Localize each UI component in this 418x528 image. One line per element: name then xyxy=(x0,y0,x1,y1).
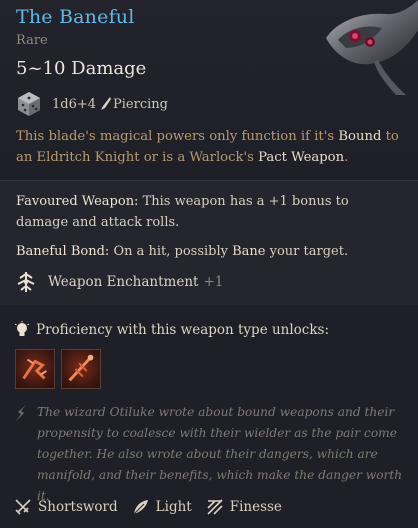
finesse-icon xyxy=(207,499,223,515)
quill-icon xyxy=(16,405,26,421)
pommel-strike-icon xyxy=(22,358,47,380)
passive-favoured-weapon: Favoured Weapon: This weapon has a +1 bo… xyxy=(16,194,349,230)
piercing-strike-icon xyxy=(68,354,94,382)
proficiency-label: Proficiency with this weapon type unlock… xyxy=(36,322,330,338)
piercing-icon xyxy=(101,97,112,110)
item-title: The Baneful xyxy=(16,6,135,28)
item-description: This blade's magical powers only functio… xyxy=(16,129,399,165)
enchantment-icon xyxy=(17,272,35,292)
property-label: Finesse xyxy=(229,499,282,515)
item-tooltip: The Baneful Rare 5~10 Damage 1d6+4 Pierc… xyxy=(0,0,418,528)
item-rarity: Rare xyxy=(16,33,48,48)
weapon-art-icon xyxy=(326,0,418,95)
proficiency-actions xyxy=(15,349,101,389)
property-label: Light xyxy=(155,499,192,515)
weapon-enchantment: Weapon Enchantment +1 xyxy=(14,270,223,294)
bound-keyword[interactable]: Bound xyxy=(338,129,381,144)
passive-name: Baneful Bond: xyxy=(16,244,110,259)
property-label: Shortsword xyxy=(38,499,118,515)
flavor-text: The wizard Otiluke wrote about bound wea… xyxy=(37,405,403,503)
enchantment-label: Weapon Enchantment xyxy=(48,274,199,290)
damage-range: 5~10 Damage xyxy=(16,58,147,79)
damage-type: Piercing xyxy=(113,96,168,112)
damage-dice-row: 1d6+4 Piercing xyxy=(16,91,168,117)
passive-baneful-bond: Baneful Bond: On a hit, possibly Bane yo… xyxy=(16,244,349,259)
pact-weapon-keyword[interactable]: Pact Weapon xyxy=(258,150,344,165)
passive-name: Favoured Weapon: xyxy=(16,194,139,209)
weapon-properties: Shortsword Light Finesse xyxy=(14,498,296,516)
d6-dice-icon xyxy=(18,92,40,116)
action-icon-pommel-strike[interactable] xyxy=(15,349,55,389)
bane-keyword[interactable]: Bane xyxy=(232,244,265,259)
shortsword-icon xyxy=(15,499,31,515)
proficiency-row: Proficiency with this weapon type unlock… xyxy=(14,321,329,339)
property-shortsword[interactable]: Shortsword xyxy=(14,498,118,516)
enchantment-value: +1 xyxy=(203,274,224,290)
property-light[interactable]: Light xyxy=(132,498,192,516)
property-finesse[interactable]: Finesse xyxy=(206,498,282,516)
feather-icon xyxy=(133,500,148,515)
action-icon-piercing-strike[interactable] xyxy=(61,349,101,389)
lightbulb-icon xyxy=(14,321,30,336)
damage-dice: 1d6+4 xyxy=(52,96,97,112)
